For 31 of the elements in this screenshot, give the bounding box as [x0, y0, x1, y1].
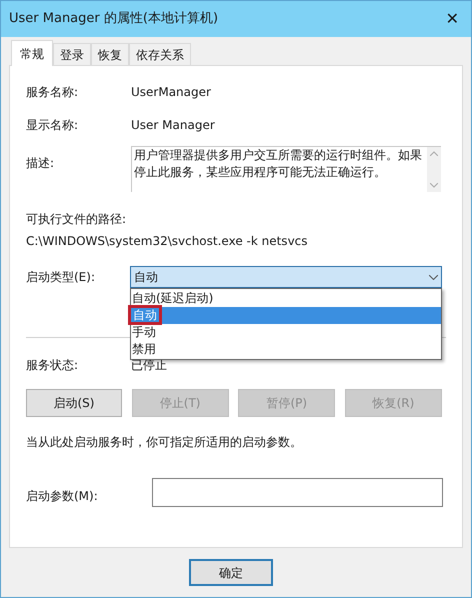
- dropdown-option[interactable]: 手动: [131, 324, 441, 341]
- scroll-up-icon[interactable]: [430, 151, 438, 156]
- description-text: 用户管理器提供多用户交互所需要的运行时组件。如果停止此服务，某些应用程序可能无法正确运行。: [133, 147, 423, 181]
- tab[interactable]: 恢复: [91, 43, 129, 65]
- field-label: 服务名称:: [26, 84, 80, 101]
- ok-button[interactable]: 确定: [189, 559, 273, 586]
- service-button[interactable]: 启动(S): [26, 389, 122, 417]
- tab[interactable]: 依存关系: [129, 43, 191, 65]
- path-text: C:\WINDOWS\system32\svchost.exe -k netsvcs: [26, 233, 309, 250]
- start-parameters-field[interactable]: [152, 478, 443, 507]
- dropdown-option[interactable]: 自动(延迟启动): [131, 290, 441, 307]
- field-label: 描述:: [26, 155, 56, 172]
- chevron-down-icon: [429, 274, 438, 280]
- scroll-bar[interactable]: [427, 147, 441, 192]
- description-box[interactable]: 用户管理器提供多用户交互所需要的运行时组件。如果停止此服务，某些应用程序可能无法正确运行。: [131, 146, 441, 192]
- tab[interactable]: 常规: [11, 40, 53, 66]
- window-title: User Manager 的属性(本地计算机): [9, 10, 218, 28]
- field-label: 服务状态:: [26, 357, 80, 374]
- scroll-down-icon[interactable]: [430, 183, 438, 188]
- field-value: UserManager: [131, 84, 211, 101]
- hint-text: 当从此处启动服务时，你可指定所适用的启动参数。: [26, 434, 303, 451]
- close-button[interactable]: ✕: [446, 11, 459, 27]
- field-label: 显示名称:: [26, 117, 80, 134]
- startup-type-dropdown[interactable]: 自动: [130, 266, 442, 288]
- field-label: 可执行文件的路径:: [26, 211, 128, 228]
- field-value: User Manager: [131, 117, 215, 134]
- tab[interactable]: 登录: [53, 43, 91, 65]
- field-label: 启动参数(M):: [26, 488, 99, 505]
- field-label: 启动类型(E):: [26, 269, 96, 286]
- dropdown-option[interactable]: 禁用: [131, 341, 441, 358]
- status-text: 已停止: [131, 357, 167, 374]
